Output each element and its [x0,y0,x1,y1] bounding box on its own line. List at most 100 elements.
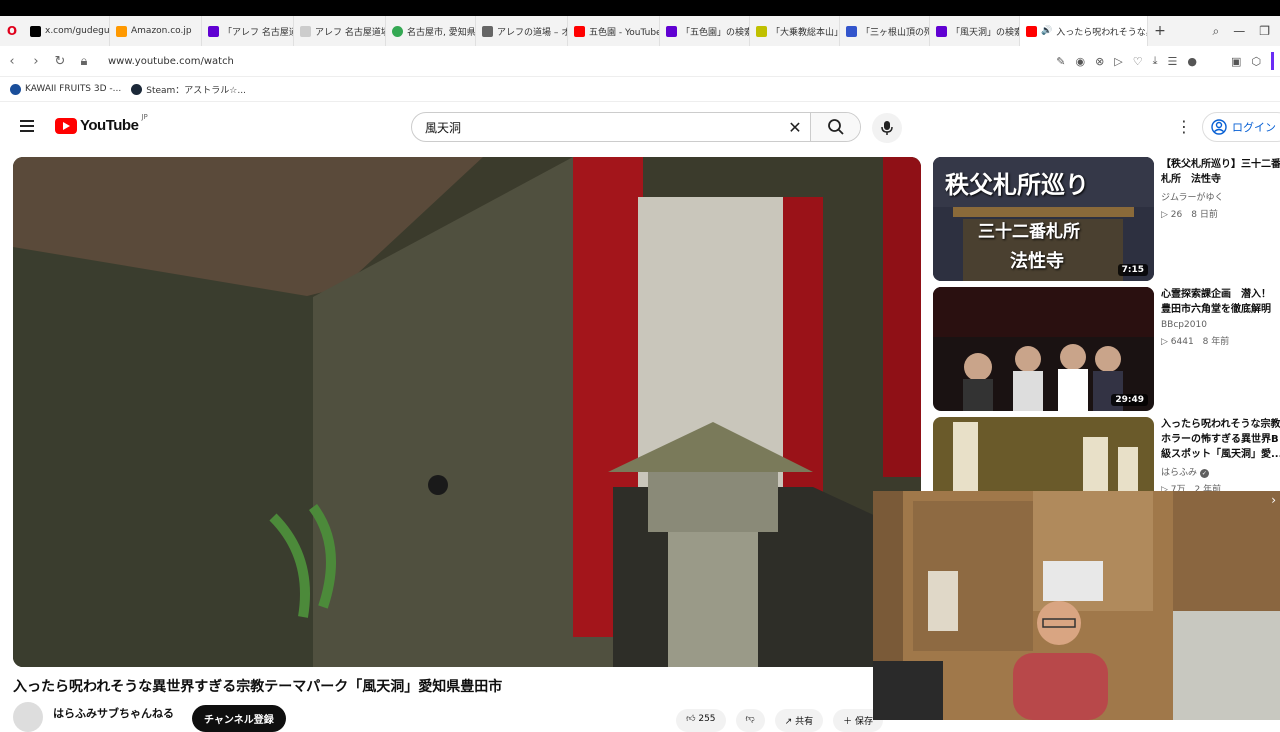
recommended-title[interactable]: 入ったら呪われそうな宗教 [1161,417,1280,432]
save-icon: ＋ [843,717,855,727]
account-icon [1211,119,1227,135]
subscribe-button[interactable]: チャンネル登録 [192,705,286,732]
extension-icon[interactable]: ⊗ [1095,55,1104,68]
recommended-channel[interactable]: はらふみ ✓ [1161,465,1280,478]
video-title: 入ったら呪われそうな異世界すぎる宗教テーマパーク「風天洞」愛知県豊田市 [13,676,502,696]
opera-icon[interactable]: O [0,24,24,38]
recommended-title[interactable]: 級スポット「風天洞」愛... [1161,447,1280,462]
thumbnail-art [933,287,1154,411]
new-tab-button[interactable]: + [1148,23,1172,39]
channel-name[interactable]: はらふみサブちゃんねる [53,705,174,721]
duration-badge: 29:49 [1111,394,1148,406]
cube-icon[interactable]: ⬡ [1251,55,1261,68]
share-icon: ↗ [785,717,795,727]
reload-icon[interactable]: ↻ [48,54,72,69]
browser-tab-active[interactable]: 🔊入ったら呪われそうな異世 [1020,16,1148,46]
minimize-icon[interactable]: — [1233,24,1245,39]
speaker-icon[interactable]: 🔊 [1041,26,1052,36]
recommended-channel[interactable]: BBcp2010 [1161,320,1280,330]
tab-favicon-icon [116,26,127,37]
browser-tab[interactable]: 名古屋市, 愛知県 [386,16,476,46]
voice-search-button[interactable] [872,113,902,143]
bookmark-item[interactable]: Steam：アストラル☆... [131,83,246,96]
login-button[interactable]: ログイン [1202,112,1280,142]
sidebar-accent-bar [1271,52,1274,70]
recommended-title[interactable]: 【秩父札所巡り】三十二番 [1161,157,1280,172]
recommended-meta: 【秩父札所巡り】三十二番 札所 法性寺 ジムラーがゆく ▷ 26 8 日前 [1161,157,1280,220]
webcam-feed [873,491,1280,720]
recommended-stats: ▷ 7万 2 年前 [1161,482,1280,491]
tab-favicon-icon [936,26,947,37]
recommended-channel[interactable]: ジムラーがゆく [1161,190,1280,203]
tab-favicon-icon [846,26,857,37]
video-player[interactable] [13,157,921,667]
recommended-meta: 心霊探索課企画 潜入！ 豊田市六角堂を徹底解明 BBcp2010 ▷ 6441 … [1161,287,1280,347]
recommended-video[interactable]: 秩父札所巡り 三十二番札所 法性寺 7:15 【秩父札所巡り】三十二番 札所 法… [933,157,1280,281]
youtube-play-icon [55,118,77,134]
youtube-logo[interactable]: YouTube JP [55,117,148,134]
menu-lines-icon[interactable]: ☰ [1168,55,1178,68]
tab-search-icon[interactable]: ⌕ [1213,24,1220,39]
like-button[interactable]: 👍︎ 255 [676,709,725,732]
search-box[interactable]: 風天洞 ✕ [411,112,861,142]
dislike-button[interactable]: 👎︎ [736,709,765,732]
play-icon[interactable]: ▷ [1114,55,1122,68]
browser-tab[interactable]: アレフ 名古屋道場 [294,16,386,46]
tab-favicon-icon [208,26,219,37]
share-button[interactable]: ↗ 共有 [775,709,823,732]
more-options-icon[interactable]: ⋮ [1176,117,1192,136]
thumbs-down-icon: 👎︎ [746,714,755,724]
download-icon[interactable]: ⤓ [1153,54,1158,68]
search-input[interactable]: 風天洞 [412,119,780,136]
browser-tab[interactable]: 五色園 - YouTube [568,16,660,46]
recommended-stats: ▷ 6441 8 年前 [1161,334,1280,347]
video-thumbnail[interactable]: 秩父札所巡り 三十二番札所 法性寺 7:15 [933,157,1154,281]
menu-icon[interactable] [20,120,34,132]
address-bar-url[interactable]: www.youtube.com/watch [108,56,234,67]
heart-icon[interactable]: ♡ [1133,55,1143,68]
verified-icon: ✓ [1200,469,1209,478]
video-frame [13,157,921,667]
recommended-title[interactable]: 札所 法性寺 [1161,172,1280,187]
video-thumbnail[interactable] [933,417,1154,491]
window-controls: ⌕ — ❐ [1213,24,1280,39]
browser-tab[interactable]: 「三ヶ根山頂の殉国 [840,16,930,46]
recommended-title[interactable]: 心霊探索課企画 潜入！ [1161,287,1280,302]
browser-tab[interactable]: アレフの道場 – オウ [476,16,568,46]
browser-tab[interactable]: 「五色園」の検索結 [660,16,750,46]
browser-tab[interactable]: 「風天洞」の検索結 [930,16,1020,46]
recommended-video[interactable]: 入ったら呪われそうな宗教 ホラーの怖すぎる異世界B 級スポット「風天洞」愛...… [933,417,1280,491]
steam-icon [131,84,142,95]
browser-tab[interactable]: Amazon.co.jp [110,16,202,46]
browser-tab[interactable]: 「アレフ 名古屋道場」 [202,16,294,46]
close-overlay-icon[interactable]: › [1271,493,1276,507]
recommended-video[interactable]: 29:49 心霊探索課企画 潜入！ 豊田市六角堂を徹底解明 BBcp2010 ▷… [933,287,1280,411]
camera-icon[interactable]: ◉ [1075,55,1085,68]
tab-favicon-icon [666,26,677,37]
back-icon[interactable]: ‹ [0,54,24,69]
wallet-icon[interactable]: ▣ [1231,55,1241,68]
address-bar-actions: ✎ ◉ ⊗ ▷ ♡ ⤓ ☰ ● ▣ ⬡ [1056,52,1280,70]
forward-icon[interactable]: › [24,54,48,69]
browser-tab[interactable]: x.com/gudegude [24,16,110,46]
profile-icon[interactable]: ● [1187,55,1197,68]
bookmarks-bar: KAWAII FRUITS 3D -... Steam：アストラル☆... [0,77,1280,102]
document-icon [482,26,493,37]
restore-icon[interactable]: ❐ [1259,24,1270,39]
recommended-title[interactable]: ホラーの怖すぎる異世界B [1161,432,1280,447]
channel-avatar[interactable] [13,702,43,732]
video-actions: 👍︎ 255 👎︎ ↗ 共有 ＋ 保存 [676,709,883,732]
edit-icon[interactable]: ✎ [1056,55,1065,68]
map-pin-icon [392,26,403,37]
lock-icon: 🔒︎ [72,54,96,69]
browser-tab-strip: O x.com/gudegude Amazon.co.jp 「アレフ 名古屋道場… [0,16,1280,46]
browser-tab[interactable]: 「大乗教総本山」 [750,16,840,46]
search-button[interactable] [810,113,860,141]
bookmark-item[interactable]: KAWAII FRUITS 3D -... [10,84,121,95]
clear-search-icon[interactable]: ✕ [780,118,810,137]
video-thumbnail[interactable]: 29:49 [933,287,1154,411]
recommended-title[interactable]: 豊田市六角堂を徹底解明 [1161,302,1280,317]
youtube-favicon-icon [1026,26,1037,37]
youtube-header: YouTube JP 風天洞 ✕ ⋮ ログイン [0,102,1280,152]
address-bar-row: ‹ › ↻ 🔒︎ www.youtube.com/watch ✎ ◉ ⊗ ▷ ♡… [0,46,1280,77]
